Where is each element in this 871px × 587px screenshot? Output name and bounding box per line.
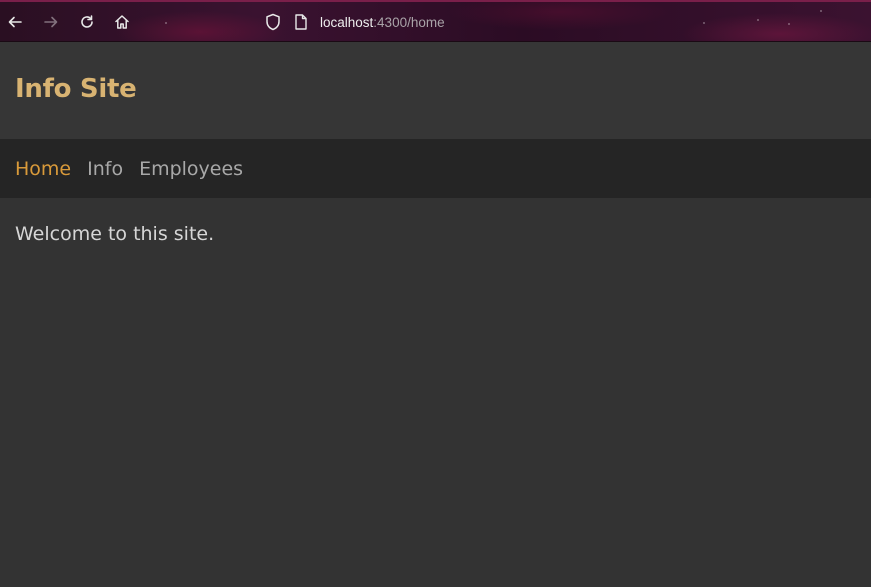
url-host: localhost (320, 15, 374, 30)
reload-icon[interactable] (76, 11, 98, 33)
main-nav: Home Info Employees (0, 139, 871, 198)
page-title: Info Site (15, 74, 137, 104)
url-path: :4300/home (373, 15, 445, 30)
nav-link-employees[interactable]: Employees (139, 158, 243, 180)
shield-icon[interactable] (263, 12, 283, 32)
browser-toolbar: localhost:4300/home (0, 0, 871, 42)
main-content: Welcome to this site. (0, 198, 871, 587)
forward-arrow-icon[interactable] (40, 11, 62, 33)
page-icon (295, 14, 307, 30)
address-bar-url[interactable]: localhost:4300/home (320, 15, 445, 30)
nav-link-home[interactable]: Home (15, 158, 71, 180)
welcome-text: Welcome to this site. (15, 223, 215, 245)
back-arrow-icon[interactable] (4, 11, 26, 33)
site-header: Info Site (0, 42, 871, 139)
nav-link-info[interactable]: Info (87, 158, 123, 180)
home-icon[interactable] (111, 11, 133, 33)
